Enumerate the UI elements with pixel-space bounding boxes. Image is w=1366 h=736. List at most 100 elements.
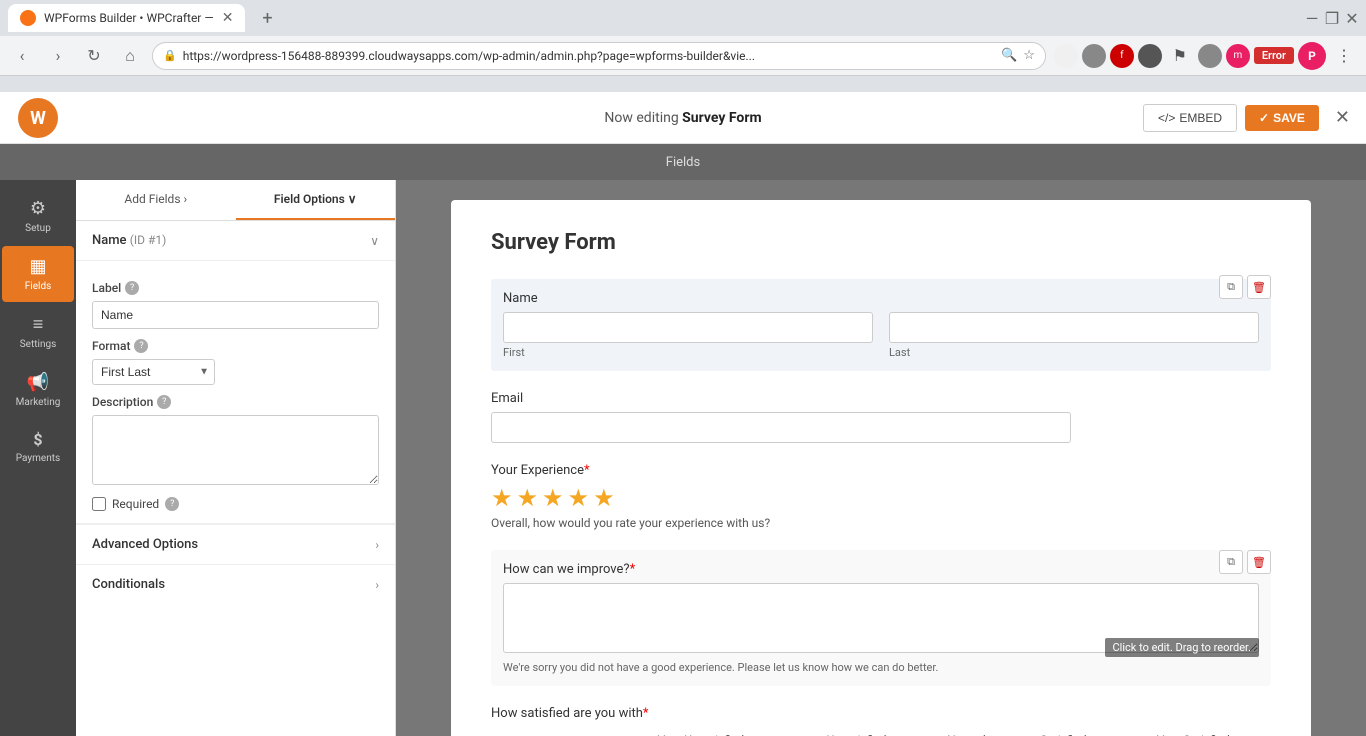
required-row: Required ? (92, 497, 379, 511)
form-title: Survey Form (491, 230, 1271, 255)
refresh-button[interactable]: ↻ (80, 42, 108, 70)
lock-icon: 🔒 (163, 49, 177, 62)
star-2[interactable]: ★ (517, 484, 539, 512)
back-button[interactable]: ‹ (8, 42, 36, 70)
profile-avatar[interactable]: P (1298, 42, 1326, 70)
last-name-label: Last (889, 346, 1259, 359)
settings-icon: ≡ (33, 314, 44, 335)
sidebar-item-fields[interactable]: ▦ Fields (2, 246, 74, 302)
satisfaction-col-neutral: Neutral (922, 727, 1012, 736)
email-input[interactable] (491, 412, 1071, 443)
embed-button[interactable]: </> EMBED (1143, 104, 1237, 132)
improve-field-controls: ⧉ 🗑 (1219, 550, 1271, 574)
satisfaction-col-unsatisfied: Unsatisfied (791, 727, 921, 736)
payments-icon: $ (33, 430, 42, 449)
label-section: Label ? Format ? First Last First Last F… (76, 261, 395, 524)
name-field-controls: ⧉ 🗑 (1219, 275, 1271, 299)
first-name-label: First (503, 346, 873, 359)
star-rating[interactable]: ★ ★ ★ ★ ★ (491, 484, 1271, 512)
required-help-icon[interactable]: ? (165, 497, 179, 511)
format-help-icon[interactable]: ? (134, 339, 148, 353)
first-name-input[interactable] (503, 312, 873, 343)
tab-favicon (20, 10, 36, 26)
format-select-wrapper: First Last First Last First Middle Last … (92, 359, 215, 385)
browser-icon-7[interactable]: m (1226, 44, 1250, 68)
copy-improve-button[interactable]: ⧉ (1219, 550, 1243, 574)
browser-icon-3[interactable]: f (1110, 44, 1134, 68)
name-field-label: Name (503, 291, 1259, 306)
delete-improve-button[interactable]: 🗑 (1247, 550, 1271, 574)
experience-field-label: Your Experience* (491, 463, 1271, 478)
conditionals-toggle[interactable]: Conditionals › (76, 565, 395, 604)
new-tab-button[interactable]: + (253, 4, 281, 32)
tab-add-fields[interactable]: Add Fields › (76, 180, 236, 220)
star-3[interactable]: ★ (542, 484, 564, 512)
sidebar-item-setup[interactable]: ⚙ Setup (2, 188, 74, 244)
satisfaction-col-very-unsatisfied: Very Unsatisfied (610, 727, 791, 736)
format-select[interactable]: First Last First Last First Middle Last (92, 359, 215, 385)
star-5[interactable]: ★ (593, 484, 615, 512)
browser-menu-icon[interactable]: ⋮ (1330, 42, 1358, 70)
editing-label: Now editing Survey Form (604, 110, 761, 126)
home-button[interactable]: ⌂ (116, 42, 144, 70)
url-text: https://wordpress-156488-889399.cloudway… (183, 49, 995, 63)
tab-close-icon[interactable]: ✕ (222, 10, 234, 26)
label-input[interactable] (92, 301, 379, 329)
copy-field-button[interactable]: ⧉ (1219, 275, 1243, 299)
advanced-options-arrow-icon: › (375, 538, 379, 552)
satisfaction-field-label: How satisfied are you with* (491, 706, 1271, 721)
app-logo: W (16, 96, 60, 140)
star-icon: ☆ (1023, 48, 1035, 63)
browser-icon-5[interactable]: ⚑ (1166, 42, 1194, 70)
field-section-header: Name (ID #1) ∨ (76, 221, 395, 261)
search-icon: 🔍 (1001, 48, 1017, 63)
field-options-panel: Add Fields › Field Options ∨ Name (ID #1… (76, 180, 396, 736)
form-name: Survey Form (682, 110, 761, 126)
section-toggle[interactable]: Name (ID #1) ∨ (92, 233, 379, 248)
improve-textarea-wrapper: Click to edit. Drag to reorder. (503, 583, 1259, 657)
sidebar-item-settings[interactable]: ≡ Settings (2, 304, 74, 360)
star-1[interactable]: ★ (491, 484, 513, 512)
description-help-icon[interactable]: ? (157, 395, 171, 409)
click-edit-hint: Click to edit. Drag to reorder. (1105, 638, 1259, 657)
close-button[interactable]: ✕ (1335, 107, 1350, 128)
browser-icon-1[interactable] (1054, 44, 1078, 68)
name-field-inputs: First Last (503, 312, 1259, 359)
description-textarea[interactable] (92, 415, 379, 485)
advanced-options-toggle[interactable]: Advanced Options › (76, 525, 395, 564)
satisfaction-row-header (491, 727, 610, 736)
delete-field-button[interactable]: 🗑 (1247, 275, 1271, 299)
tab-field-options[interactable]: Field Options ∨ (236, 180, 396, 220)
sidebar-item-payments[interactable]: $ Payments (2, 420, 74, 474)
improve-field-label: How can we improve?* (503, 562, 1259, 577)
first-name-col: First (503, 312, 873, 359)
chevron-right-icon: › (184, 192, 188, 206)
fields-tab-bar: Fields (0, 144, 1366, 180)
save-button[interactable]: ✓ SAVE (1245, 105, 1319, 131)
maximize-button[interactable]: ❐ (1326, 12, 1338, 24)
fields-icon: ▦ (29, 256, 46, 277)
sidebar-item-marketing[interactable]: 📢 Marketing (2, 362, 74, 418)
required-checkbox[interactable] (92, 497, 106, 511)
label-help-icon[interactable]: ? (125, 281, 139, 295)
error-badge: Error (1254, 47, 1294, 64)
forward-button[interactable]: › (44, 42, 72, 70)
address-bar[interactable]: 🔒 https://wordpress-156488-889399.cloudw… (152, 42, 1046, 70)
improve-description: We're sorry you did not have a good expe… (503, 661, 1259, 674)
svg-text:W: W (30, 108, 46, 129)
section-collapse-icon: ∨ (370, 234, 379, 248)
browser-icon-2[interactable] (1082, 44, 1106, 68)
embed-code-icon: </> (1158, 111, 1175, 125)
browser-icon-4[interactable] (1138, 44, 1162, 68)
star-4[interactable]: ★ (568, 484, 590, 512)
tab-title: WPForms Builder • WPCrafter — (44, 11, 214, 25)
improve-field-group: ⧉ 🗑 How can we improve?* Click to edit. … (491, 550, 1271, 686)
minimize-button[interactable]: — (1306, 12, 1318, 24)
last-name-input[interactable] (889, 312, 1259, 343)
save-check-icon: ✓ (1259, 111, 1269, 125)
browser-tab[interactable]: WPForms Builder • WPCrafter — ✕ (8, 4, 245, 32)
name-field-group: ⧉ 🗑 Name First Last (491, 279, 1271, 371)
browser-icon-6[interactable] (1198, 44, 1222, 68)
close-button[interactable]: ✕ (1346, 12, 1358, 24)
satisfaction-col-very-satisfied: Very Satisfied (1116, 727, 1271, 736)
